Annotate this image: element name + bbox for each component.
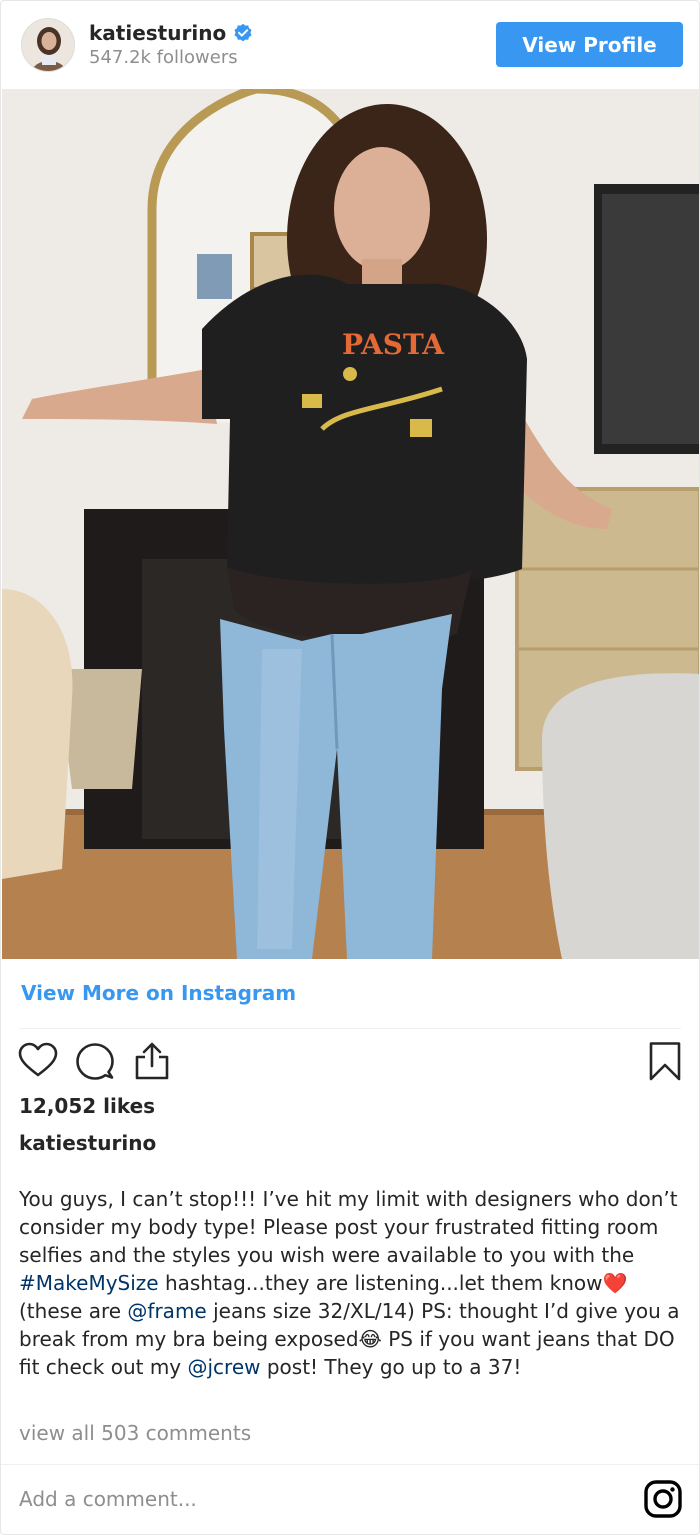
caption-text: You guys, I can’t stop!!! I’ve hit my li…: [19, 1187, 678, 1267]
view-all-comments-link[interactable]: view all 503 comments: [19, 1421, 251, 1445]
caption-username[interactable]: katiesturino: [19, 1131, 156, 1155]
add-comment-input[interactable]: [19, 1477, 619, 1521]
caption-text: post! They go up to a 37!: [260, 1355, 522, 1379]
instagram-logo-icon[interactable]: [644, 1480, 682, 1518]
divider: [1, 1464, 699, 1465]
mention-link-jcrew[interactable]: @jcrew: [188, 1355, 261, 1379]
avatar-image: [22, 19, 74, 71]
heart-icon[interactable]: [18, 1041, 58, 1081]
hashtag-link[interactable]: #MakeMySize: [19, 1271, 159, 1295]
svg-text:PASTA: PASTA: [342, 328, 445, 361]
mention-link-frame[interactable]: @frame: [127, 1299, 206, 1323]
instagram-embed-card: katiesturino 547.2k followers View Profi…: [0, 0, 700, 1535]
username-row: katiesturino: [89, 21, 253, 45]
avatar[interactable]: [21, 18, 75, 72]
view-profile-button[interactable]: View Profile: [496, 22, 683, 67]
post-header: katiesturino 547.2k followers View Profi…: [1, 1, 699, 89]
comment-icon[interactable]: [75, 1041, 115, 1081]
share-icon[interactable]: [132, 1041, 172, 1081]
like-count: 12,052 likes: [19, 1094, 156, 1118]
username[interactable]: katiesturino: [89, 21, 226, 45]
verified-badge-icon: [234, 23, 252, 42]
follower-count: 547.2k followers: [89, 47, 238, 68]
post-photo[interactable]: PASTA: [2, 89, 699, 959]
divider: [19, 1028, 681, 1029]
post-photo-image: PASTA: [2, 89, 699, 959]
view-more-on-instagram-link[interactable]: View More on Instagram: [21, 981, 296, 1005]
post-caption: You guys, I can’t stop!!! I’ve hit my li…: [19, 1185, 687, 1381]
bookmark-icon[interactable]: [646, 1041, 684, 1081]
